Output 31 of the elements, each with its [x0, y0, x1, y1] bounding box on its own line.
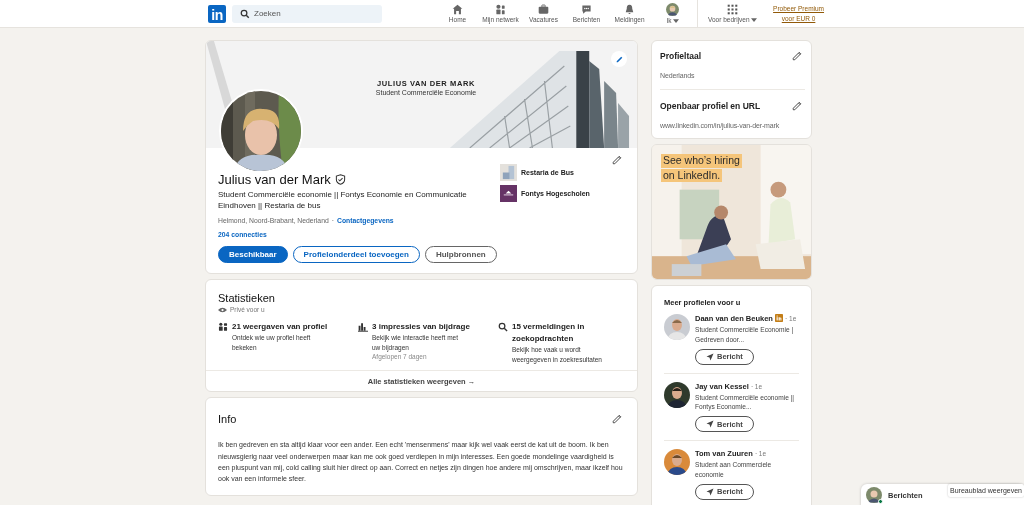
setting-title: Openbaar profiel en URL: [660, 101, 761, 111]
profile-button[interactable]: Beschikbaar: [218, 246, 288, 264]
grid-icon: [726, 4, 738, 15]
building-logo-icon: [500, 164, 517, 181]
search-icon: [240, 8, 250, 19]
caret-icon: [672, 18, 679, 23]
search-icon: [498, 322, 508, 333]
send-icon: [706, 487, 714, 496]
profile-name: Julius van der Mark: [218, 172, 331, 187]
send-icon: [706, 352, 714, 361]
bell-icon: [624, 4, 635, 15]
profile-headline: Student Commerciële economie || Fontys Economie en Communicatie Eindhoven || Restaria de bus: [218, 189, 468, 212]
setting-title: Profieltaal: [660, 51, 702, 61]
school-logo-icon: [500, 185, 517, 202]
search-field[interactable]: Zoeken: [232, 4, 382, 23]
section-title: Info: [218, 413, 237, 426]
section-title: Statistieken: [218, 292, 276, 305]
send-icon: [706, 420, 714, 429]
briefcase-icon: [538, 4, 549, 15]
people-icon: [218, 322, 228, 333]
ad-headline: See who’s hiring: [661, 154, 742, 168]
linkedin-logo[interactable]: in: [208, 4, 226, 23]
caret-icon: [750, 17, 757, 22]
people-icon: [495, 4, 506, 15]
avatar-icon: [666, 3, 679, 16]
home-icon: [452, 4, 463, 15]
eye-icon: [218, 306, 227, 313]
profile-button[interactable]: Hulpbronnen: [424, 246, 497, 264]
chat-icon: [581, 4, 592, 15]
bar-chart-icon: [358, 322, 368, 333]
profile-button[interactable]: Profielonderdeel toevoegen: [292, 246, 420, 264]
